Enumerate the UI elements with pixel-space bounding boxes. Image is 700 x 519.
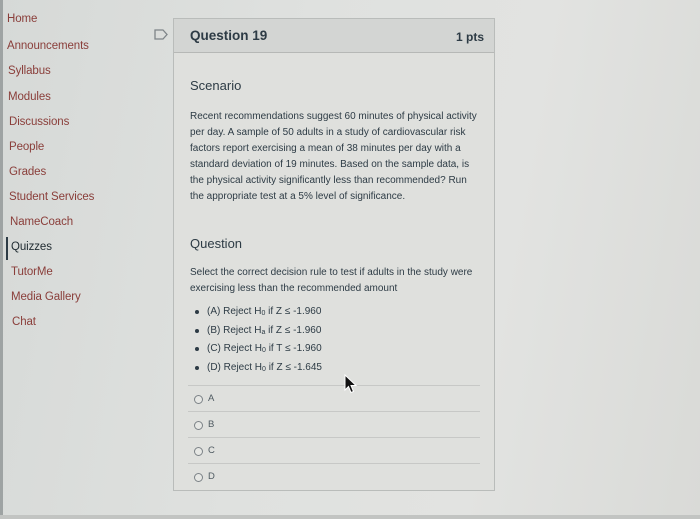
rule-text: (C) Reject H (207, 343, 263, 354)
screen-bottom-edge (0, 515, 700, 519)
radio-button-a[interactable] (194, 395, 203, 404)
sidebar-item-discussions[interactable]: Discussions (9, 116, 69, 128)
rule-text: (B) Reject H (207, 324, 262, 336)
decision-rule-b: (B) Reject Ha if Z ≤ -1.960 (190, 323, 322, 342)
scenario-heading: Scenario (190, 78, 242, 93)
window-edge (0, 0, 3, 519)
answer-option-a[interactable]: A (188, 385, 480, 411)
radio-button-d[interactable] (194, 473, 203, 482)
bullet-icon (195, 328, 199, 333)
answer-options: A B C D (188, 385, 480, 489)
decision-rule-a: (A) Reject H0 if Z ≤ -1.960 (190, 304, 322, 323)
rule-text: (D) Reject H (207, 361, 263, 373)
flag-outline-icon (154, 29, 168, 40)
sidebar-item-people[interactable]: People (9, 141, 44, 153)
flag-question-button[interactable] (154, 27, 168, 40)
bullet-icon (195, 310, 199, 314)
radio-button-c[interactable] (194, 447, 203, 456)
bullet-icon (195, 347, 199, 351)
question-header: Question 19 1 pts (174, 19, 494, 53)
sidebar-item-home[interactable]: Home (7, 13, 37, 25)
rule-condition: if Z ≤ -1.960 (265, 324, 322, 336)
decision-rule-c: (C) Reject H0 if T ≤ -1.960 (190, 341, 322, 360)
answer-option-d[interactable]: D (188, 463, 480, 489)
answer-option-c[interactable]: C (188, 437, 480, 463)
decision-rule-d: (D) Reject H0 if Z ≤ -1.645 (190, 360, 322, 379)
sidebar-item-media-gallery[interactable]: Media Gallery (11, 291, 81, 303)
scenario-text: Recent recommendations suggest 60 minute… (190, 111, 477, 202)
sidebar-item-chat[interactable]: Chat (12, 316, 36, 328)
question-points: 1 pts (455, 30, 484, 44)
question-title: Question 19 (190, 28, 268, 43)
sidebar-item-announcements[interactable]: Announcements (7, 40, 89, 52)
rule-text: (A) Reject H (207, 306, 262, 317)
sidebar-item-grades[interactable]: Grades (9, 166, 46, 178)
radio-button-b[interactable] (194, 421, 203, 430)
answer-label: D (208, 471, 215, 482)
question-heading: Question (190, 236, 243, 251)
mouse-pointer-icon (344, 374, 358, 394)
decision-rule-list: (A) Reject H0 if Z ≤ -1.960 (B) Reject H… (190, 304, 322, 378)
bullet-icon (195, 365, 199, 370)
question-prompt: Select the correct decision rule to test… (190, 267, 473, 294)
answer-option-b[interactable]: B (188, 411, 480, 437)
active-indicator (6, 237, 8, 260)
question-card: Question 19 1 pts Scenario Recent recomm… (173, 18, 495, 491)
answer-label: C (208, 445, 215, 456)
sidebar-item-namecoach[interactable]: NameCoach (10, 216, 73, 228)
sidebar-item-modules[interactable]: Modules (8, 91, 51, 103)
rule-condition: if Z ≤ -1.960 (265, 306, 322, 317)
sidebar-item-tutorme[interactable]: TutorMe (11, 266, 53, 278)
rule-condition: if Z ≤ -1.645 (265, 361, 322, 373)
answer-label: B (208, 419, 215, 430)
rule-condition: if T ≤ -1.960 (265, 343, 322, 354)
answer-label: A (208, 393, 215, 404)
sidebar-item-quizzes[interactable]: Quizzes (11, 241, 52, 253)
sidebar-item-syllabus[interactable]: Syllabus (8, 65, 51, 77)
sidebar-item-student-services[interactable]: Student Services (9, 191, 94, 203)
